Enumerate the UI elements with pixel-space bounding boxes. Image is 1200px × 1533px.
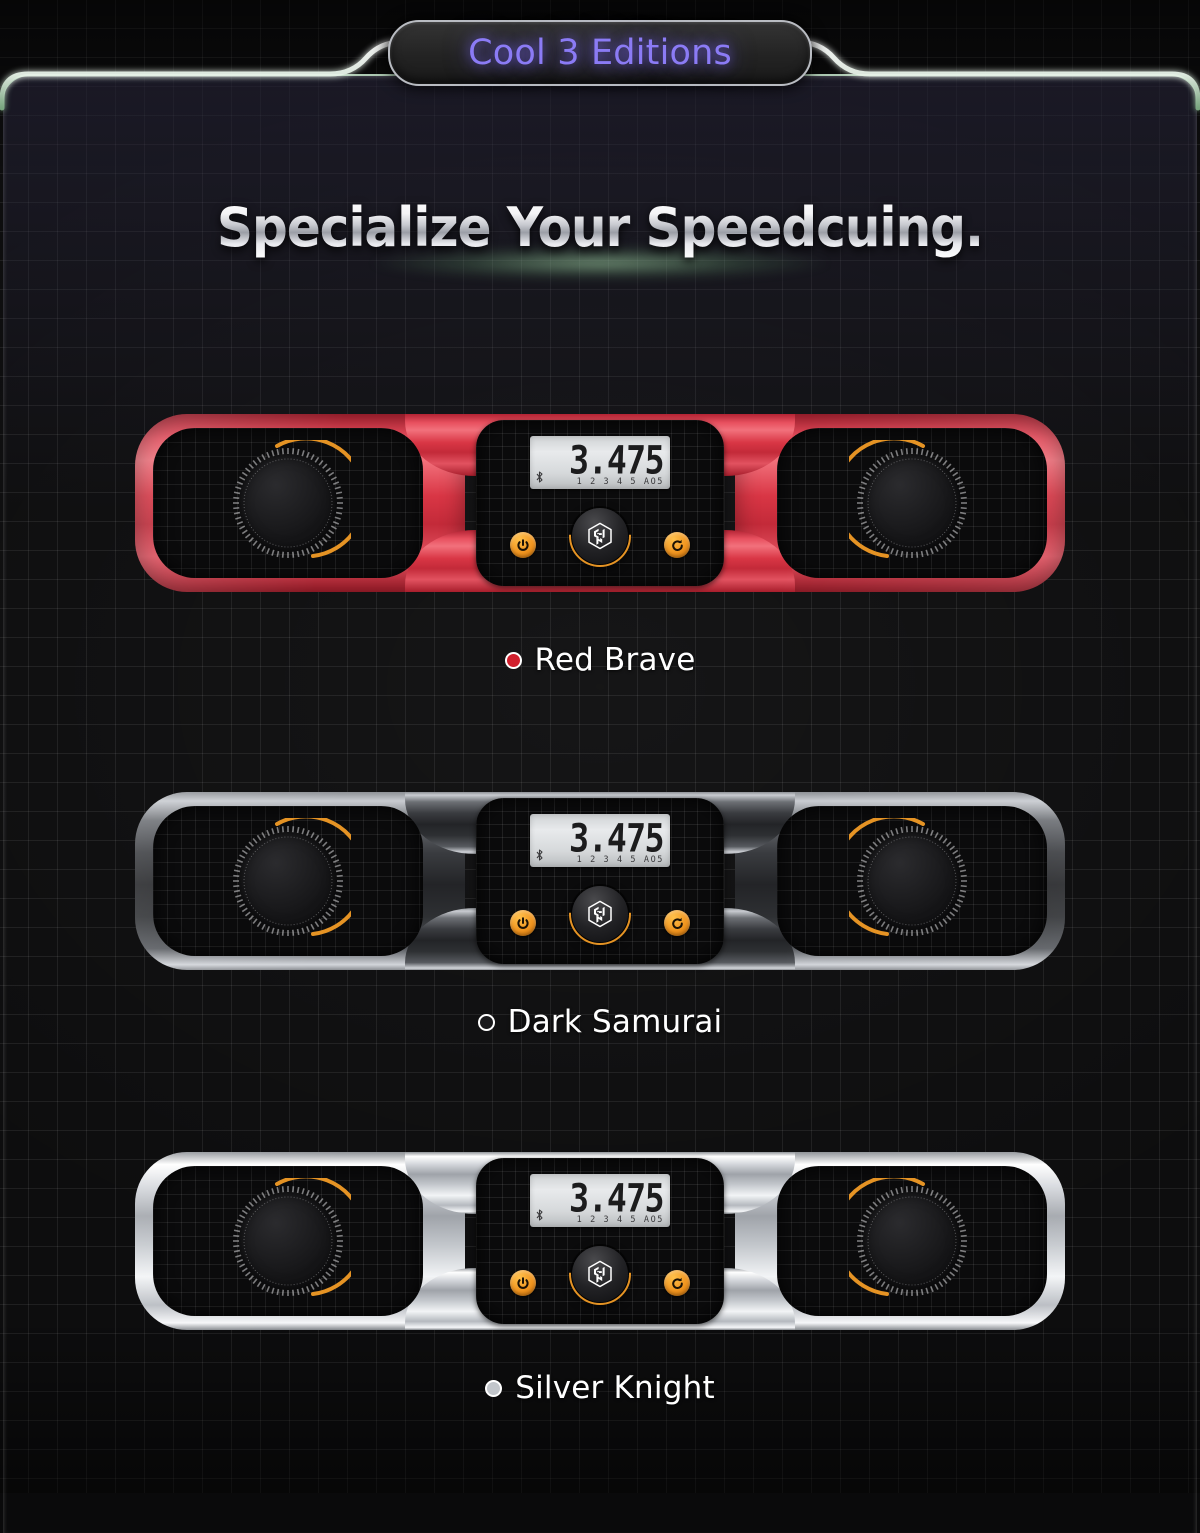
dial-progress-arc xyxy=(849,440,925,558)
device-caption-label: Silver Knight xyxy=(515,1370,715,1406)
touch-dial-left[interactable] xyxy=(225,818,351,944)
gan-cube-logo xyxy=(588,900,612,928)
dial-progress-arc xyxy=(849,818,925,936)
device-caption-red-brave: Red Brave xyxy=(0,642,1200,678)
color-swatch-dot xyxy=(485,1379,503,1397)
reset-button[interactable] xyxy=(664,910,690,936)
gan-cube-logo xyxy=(588,522,612,550)
headline-wrapper: Specialize Your Speedcuing. xyxy=(0,196,1200,259)
device-caption-label: Dark Samurai xyxy=(507,1004,723,1040)
device-silver-knight[interactable]: 3.475 1 2 3 4 5 AO5 xyxy=(135,1152,1065,1330)
device-block-dark-samurai: 3.475 1 2 3 4 5 AO5 Dark Samurai xyxy=(0,792,1200,1040)
dial-progress-arc xyxy=(275,818,351,936)
touchpad-window-right[interactable] xyxy=(777,428,1047,578)
touch-dial-right[interactable] xyxy=(849,818,975,944)
dial-progress-arc xyxy=(849,1178,925,1296)
control-panel[interactable]: 3.475 1 2 3 4 5 AO5 xyxy=(476,798,724,964)
power-icon xyxy=(517,917,529,929)
lcd-display: 3.475 1 2 3 4 5 AO5 xyxy=(530,1174,670,1227)
touchpad-window-left[interactable] xyxy=(153,428,423,578)
lcd-display: 3.475 1 2 3 4 5 AO5 xyxy=(530,814,670,867)
touchpad-window-left[interactable] xyxy=(153,1166,423,1316)
dial-progress-arc xyxy=(275,440,351,558)
power-button[interactable] xyxy=(510,1270,536,1296)
lcd-display: 3.475 1 2 3 4 5 AO5 xyxy=(530,436,670,489)
sync-icon xyxy=(671,539,683,551)
gan-logo-button[interactable] xyxy=(572,508,628,564)
touch-dial-right[interactable] xyxy=(849,440,975,566)
control-panel[interactable]: 3.475 1 2 3 4 5 AO5 xyxy=(476,420,724,586)
device-red-brave[interactable]: 3.475 1 2 3 4 5 AO5 xyxy=(135,414,1065,592)
bluetooth-icon xyxy=(536,1209,543,1221)
reset-button[interactable] xyxy=(664,532,690,558)
color-swatch-dot xyxy=(504,651,522,669)
sync-icon xyxy=(671,1277,683,1289)
gan-cube-logo xyxy=(588,1260,612,1288)
touch-dial-left[interactable] xyxy=(225,1178,351,1304)
device-caption-dark-samurai: Dark Samurai xyxy=(0,1004,1200,1040)
device-caption-silver-knight: Silver Knight xyxy=(0,1370,1200,1406)
power-icon xyxy=(517,539,529,551)
touchpad-window-left[interactable] xyxy=(153,806,423,956)
bluetooth-icon xyxy=(536,849,543,861)
power-button[interactable] xyxy=(510,910,536,936)
color-swatch-dot xyxy=(477,1013,495,1031)
lcd-step-indicators: 1 2 3 4 5 AO5 xyxy=(576,1215,664,1225)
dial-progress-arc xyxy=(275,1178,351,1296)
device-caption-label: Red Brave xyxy=(534,642,696,678)
power-button[interactable] xyxy=(510,532,536,558)
button-row xyxy=(476,508,724,572)
edition-badge-label: Cool 3 Editions xyxy=(468,33,732,73)
page-title: Specialize Your Speedcuing. xyxy=(216,196,984,259)
device-block-silver-knight: 3.475 1 2 3 4 5 AO5 Silver Knight xyxy=(0,1152,1200,1406)
gan-logo-button[interactable] xyxy=(572,886,628,942)
button-row xyxy=(476,1246,724,1310)
lcd-step-indicators: 1 2 3 4 5 AO5 xyxy=(576,855,664,865)
device-block-red-brave: 3.475 1 2 3 4 5 AO5 Red Brave xyxy=(0,414,1200,678)
control-panel[interactable]: 3.475 1 2 3 4 5 AO5 xyxy=(476,1158,724,1324)
gan-logo-button[interactable] xyxy=(572,1246,628,1302)
touch-dial-left[interactable] xyxy=(225,440,351,566)
device-dark-samurai[interactable]: 3.475 1 2 3 4 5 AO5 xyxy=(135,792,1065,970)
touchpad-window-right[interactable] xyxy=(777,806,1047,956)
bluetooth-icon xyxy=(536,471,543,483)
touchpad-window-right[interactable] xyxy=(777,1166,1047,1316)
lcd-step-indicators: 1 2 3 4 5 AO5 xyxy=(576,477,664,487)
touch-dial-right[interactable] xyxy=(849,1178,975,1304)
button-row xyxy=(476,886,724,950)
edition-badge: Cool 3 Editions xyxy=(388,20,812,86)
sync-icon xyxy=(671,917,683,929)
power-icon xyxy=(517,1277,529,1289)
reset-button[interactable] xyxy=(664,1270,690,1296)
